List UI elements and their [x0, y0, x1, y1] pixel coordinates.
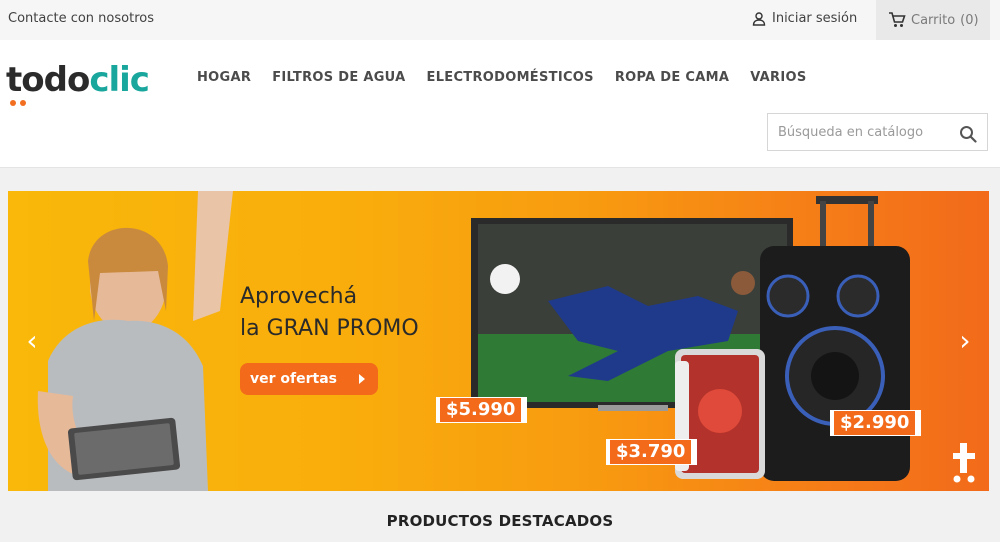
cart-icon [889, 12, 906, 27]
login-label: Iniciar sesión [772, 11, 858, 26]
cart-label: Carrito [911, 12, 956, 28]
nav-item-filtros-de-agua[interactable]: FILTROS DE AGUA [272, 70, 405, 85]
woman-illustration [37, 191, 233, 491]
brand-t-logo-icon [953, 443, 975, 483]
price-tag: $2.990 [830, 410, 922, 436]
play-arrow-icon [358, 374, 365, 384]
top-bar: Contacte con nosotros Iniciar sesión Car… [0, 0, 1000, 40]
price-value: $2.990 [834, 411, 916, 435]
search-input[interactable] [768, 124, 948, 140]
nav-item-hogar[interactable]: HOGAR [197, 70, 251, 85]
user-icon [752, 11, 766, 26]
site-header: todoclic HOGAR FILTROS DE AGUA ELECTRODO… [0, 40, 1000, 168]
promo-headline-line2: la GRAN PROMO [240, 316, 419, 341]
main-nav: HOGAR FILTROS DE AGUA ELECTRODOMÉSTICOS … [197, 70, 828, 85]
login-link[interactable]: Iniciar sesión [752, 11, 857, 26]
promo-carousel[interactable]: ‹ › Aprovechá la GRAN PROMO ver ofertas … [8, 191, 989, 491]
nav-item-electrodomesticos[interactable]: ELECTRODOMÉSTICOS [427, 70, 594, 85]
ver-ofertas-button[interactable]: ver ofertas [240, 363, 378, 395]
nav-item-varios[interactable]: VARIOS [750, 70, 806, 85]
featured-products-heading: PRODUCTOS DESTACADOS [386, 512, 614, 530]
carousel-next-arrow[interactable]: › [951, 326, 979, 356]
promo-headline-line1: Aprovechá [240, 284, 358, 309]
brand-logo[interactable]: todoclic [6, 60, 150, 110]
promo-banner-image [37, 191, 910, 491]
price-tag: $3.790 [606, 439, 698, 465]
carousel-prev-arrow[interactable]: ‹ [18, 326, 46, 356]
logo-wordmark: todoclic [6, 60, 150, 100]
contact-link[interactable]: Contacte con nosotros [8, 11, 154, 26]
search-box [767, 113, 988, 151]
price-value: $3.790 [610, 440, 692, 464]
logo-dots [10, 100, 26, 106]
nav-item-ropa-de-cama[interactable]: ROPA DE CAMA [615, 70, 729, 85]
cart-count: (0) [960, 12, 979, 28]
cart-button[interactable]: Carrito (0) [876, 0, 990, 40]
logo-part-clic: clic [89, 60, 150, 100]
cta-label: ver ofertas [250, 371, 337, 387]
price-tag: $5.990 [436, 397, 528, 423]
logo-part-todo: todo [6, 60, 90, 100]
price-value: $5.990 [440, 398, 522, 422]
promo-headline: Aprovechá la GRAN PROMO [240, 281, 419, 345]
search-icon[interactable] [959, 125, 977, 143]
